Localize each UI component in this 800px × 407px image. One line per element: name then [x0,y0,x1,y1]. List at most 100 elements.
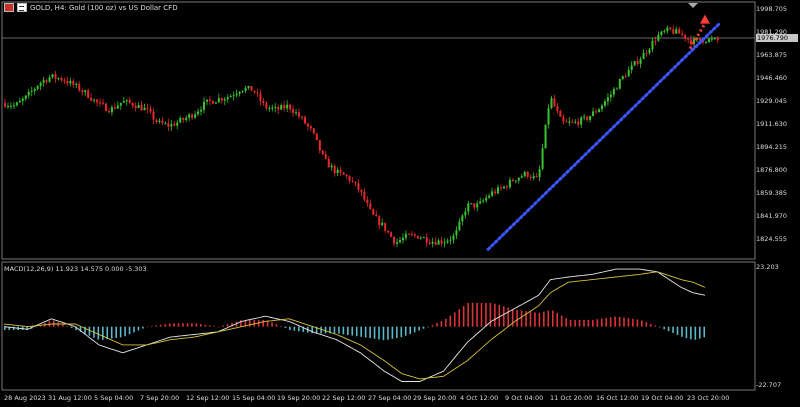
candle-body [57,78,60,80]
candle-body [600,105,603,110]
symbol-title: GOLD, H4: Gold (100 oz) vs US Dollar CFD [30,3,178,12]
candle-body [292,109,295,113]
candle-body [577,121,580,125]
candle-body [197,111,200,115]
candle-body [188,114,191,118]
candle-body [214,102,217,104]
price-tick: 1894.215 [756,143,788,151]
candle-body [256,92,259,94]
candle-body [312,128,315,134]
current-price-tag: 1976.790 [756,34,798,42]
time-tick: 29 Sep 20:00 [413,394,457,402]
macd-histogram-bar [262,319,264,327]
candle-body [155,119,158,123]
candle-body [84,90,87,92]
macd-histogram-bar [133,326,135,333]
time-tick: 22 Sep 12:00 [322,394,366,402]
candle-body [580,117,583,125]
candle-body [390,232,393,237]
candle-body [609,94,612,98]
candle-body [535,176,538,178]
chart-window-icon [4,3,14,12]
candle-body [149,108,152,112]
candle-body [470,203,473,205]
candle-body [87,90,90,98]
macd-histogram-bar [569,319,572,327]
macd-histogram-bar [498,304,501,327]
candle-body [627,70,630,77]
candle-body [36,85,39,89]
candle-body [306,123,309,127]
candle-body [476,203,479,208]
candle-body [378,216,381,226]
macd-histogram-bar [280,326,282,327]
macd-histogram-bar [618,316,621,327]
candle-body [78,83,81,91]
macd-histogram-bar [124,326,126,337]
candle-body [520,176,523,178]
candle-body [568,121,571,123]
candle-body [559,110,562,117]
candle-body [226,97,229,100]
macd-histogram-bar [431,324,434,327]
candle-body [6,106,9,108]
candle-body [511,179,514,182]
price-tick: 1859.385 [756,189,788,197]
macd-histogram-bar [556,313,559,327]
candle-body [410,234,413,236]
candle-body [505,186,508,188]
candle-body [366,199,369,204]
candle-body [586,116,589,120]
candle-body [274,106,277,108]
macd-histogram-bar [35,326,37,328]
macd-histogram-bar [583,319,585,327]
candle-body [241,90,244,92]
macd-histogram-bar [200,324,202,327]
candle-body [143,107,146,111]
candle-body [669,27,672,30]
time-tick: 12 Sep 12:00 [186,394,230,402]
candle-body [707,38,710,42]
candle-body [116,105,119,109]
candle-body [333,165,336,174]
candle-body [473,203,476,208]
candle-body [164,123,167,125]
macd-histogram-bar [369,326,371,339]
candle-body [152,111,155,120]
candle-body [211,100,214,104]
candle-body [265,102,268,109]
macd-histogram-bar [440,321,443,327]
macd-histogram-bar [338,326,340,334]
candle-body [200,109,203,112]
macd-histogram-bar [182,323,184,327]
macd-histogram-bar [222,325,224,327]
candle [544,124,547,149]
macd-histogram-bar [560,315,563,327]
macd-histogram-bar [641,320,643,327]
macd-histogram-bar [373,326,376,339]
candle-body [104,103,107,111]
candle-body [461,215,464,222]
candle-body [15,102,18,106]
macd-histogram-bar [253,319,256,327]
candle-body [289,104,292,110]
candle-body [69,80,72,84]
candle-body [698,38,701,41]
candle-body [437,240,440,245]
macd-histogram-bar [115,326,117,338]
macd-histogram-bar [605,317,608,327]
candle-body [107,110,110,113]
candle-body [60,78,63,81]
candle-body [624,76,627,78]
candle-body [194,114,197,118]
macd-histogram-bar [578,319,581,327]
macd-histogram-bar [164,324,166,327]
chart-canvas[interactable] [0,0,800,407]
candle-body [324,154,327,159]
macd-histogram-bar [685,326,688,339]
candle-body [244,87,247,91]
macd-histogram-bar [427,326,429,328]
time-tick: 11 Oct 20:00 [550,394,593,402]
macd-histogram-bar [592,319,594,327]
candle-body [502,186,505,189]
